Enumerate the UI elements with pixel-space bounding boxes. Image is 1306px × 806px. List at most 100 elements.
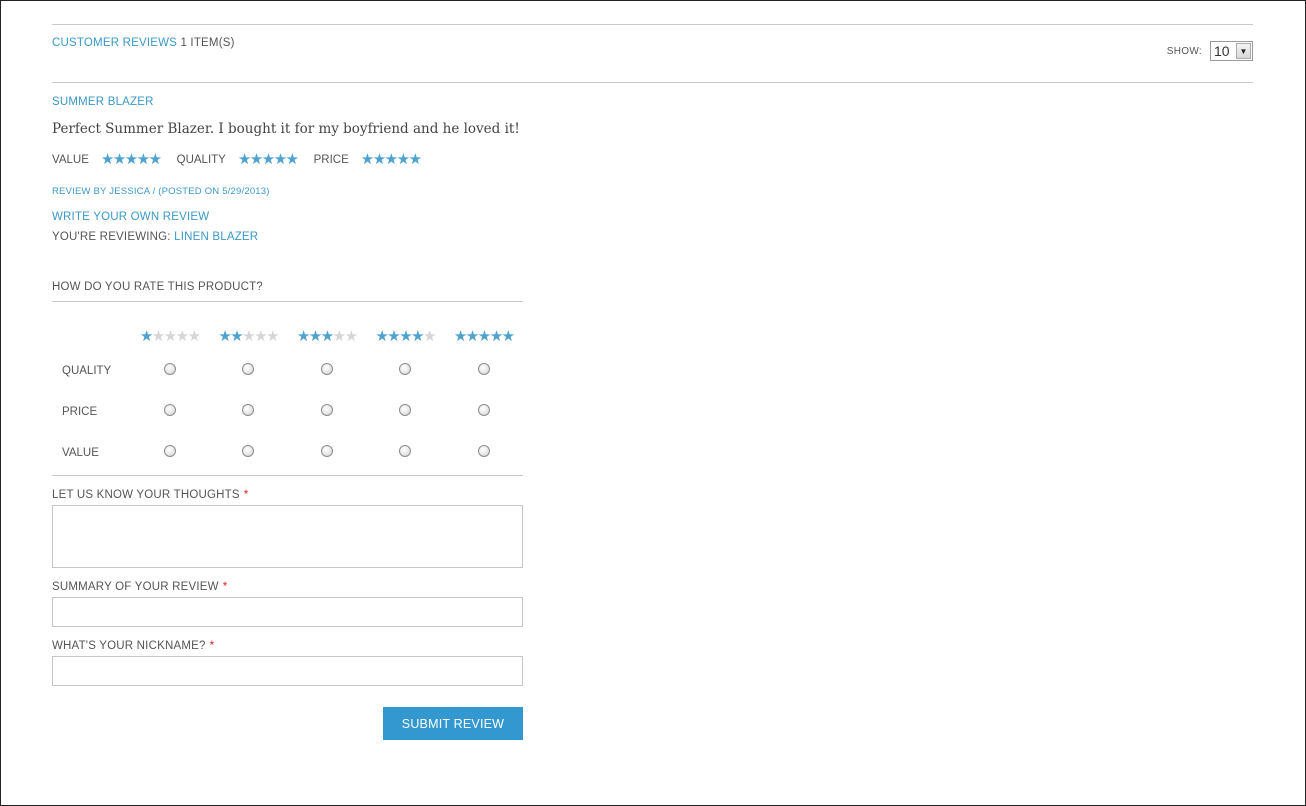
customer-reviews-heading: CUSTOMER REVIEWS xyxy=(52,37,178,49)
star-icon: ★ xyxy=(477,328,491,345)
show-select-value: 10 xyxy=(1214,43,1230,59)
star-icon: ★ xyxy=(266,328,279,345)
rating-cell xyxy=(287,350,366,391)
review-form: HOW DO YOU RATE THIS PRODUCT? ★★★★★ ★★★★★… xyxy=(52,281,523,740)
rating-column-5: ★★★★★ xyxy=(444,324,523,350)
reviewing-prefix: YOU'RE REVIEWING: xyxy=(52,231,171,243)
rating-radio-value-4[interactable] xyxy=(399,444,412,457)
rating-table-body: QUALITY PRICE VALUE xyxy=(52,350,523,473)
star-icon: ★ xyxy=(230,328,243,345)
star-icon: ★ xyxy=(453,328,467,345)
star-icon: ★ xyxy=(151,328,165,345)
rating-label: PRICE xyxy=(313,153,349,166)
rating-header-row: ★★★★★ ★★★★★ ★★★★★ ★★★★★ ★★★★★ xyxy=(52,324,523,350)
star-icon: ★ xyxy=(465,328,479,345)
rating-cell xyxy=(130,432,209,473)
review-body: Perfect Summer Blazer. I bought it for m… xyxy=(52,121,520,137)
rating-radio-value-1[interactable] xyxy=(163,444,176,457)
rating-radio-price-2[interactable] xyxy=(242,403,255,416)
rating-cell xyxy=(366,432,445,473)
star-icon: ★ xyxy=(360,151,374,168)
reviewing-product-link[interactable]: LINEN BLAZER xyxy=(174,231,258,243)
rating-radio-quality-3[interactable] xyxy=(320,362,333,375)
star-icon: ★ xyxy=(218,328,231,345)
required-mark: * xyxy=(243,489,249,501)
star-icon: ★ xyxy=(136,151,150,168)
thoughts-label-text: LET US KNOW YOUR THOUGHTS xyxy=(52,489,240,501)
rating-radio-value-2[interactable] xyxy=(242,444,255,457)
star-icon: ★ xyxy=(163,328,177,345)
rating-radio-price-3[interactable] xyxy=(320,403,333,416)
star-rating: ★★★★★ xyxy=(139,328,201,345)
star-icon: ★ xyxy=(399,328,412,345)
show-label: SHOW: xyxy=(1166,45,1202,57)
star-icon: ★ xyxy=(308,328,322,345)
star-icon: ★ xyxy=(396,151,410,168)
rating-cell xyxy=(444,391,523,432)
rating-cell xyxy=(287,391,366,432)
rating-cell xyxy=(366,350,445,391)
show-select[interactable]: 10 ▼ xyxy=(1210,41,1253,61)
submit-row: SUBMIT REVIEW xyxy=(52,707,523,740)
star-icon: ★ xyxy=(408,151,422,168)
submit-review-button[interactable]: SUBMIT REVIEW xyxy=(383,707,523,740)
rating-cell xyxy=(209,350,288,391)
star-icon: ★ xyxy=(387,328,400,345)
rating-row-quality: QUALITY xyxy=(52,350,523,391)
star-icon: ★ xyxy=(296,328,310,345)
star-icon: ★ xyxy=(375,328,388,345)
rating-header-blank xyxy=(52,324,130,350)
rating-cell xyxy=(444,432,523,473)
summary-label-text: SUMMARY OF YOUR REVIEW xyxy=(52,581,219,593)
reviews-header: CUSTOMER REVIEWS 1 ITEM(S) SHOW: 10 ▼ xyxy=(52,25,1253,82)
nickname-input[interactable] xyxy=(52,656,523,686)
star-rating: ★★★★★ xyxy=(296,328,358,345)
rating-row-label: QUALITY xyxy=(62,364,112,377)
rating-radio-quality-5[interactable] xyxy=(477,362,490,375)
rating-label: QUALITY xyxy=(176,153,226,166)
star-rating: ★★★★★ xyxy=(453,328,515,345)
rating-radio-value-5[interactable] xyxy=(477,444,490,457)
rating-value: VALUE ★★★★★ xyxy=(52,151,162,168)
summary-input[interactable] xyxy=(52,597,523,627)
rating-radio-quality-1[interactable] xyxy=(163,362,176,375)
star-rating: ★★★★★ xyxy=(218,328,279,345)
chevron-down-icon[interactable]: ▼ xyxy=(1236,43,1251,59)
header-divider xyxy=(52,82,1253,83)
required-mark: * xyxy=(222,581,228,593)
reviews-panel: CUSTOMER REVIEWS 1 ITEM(S) SHOW: 10 ▼ SU… xyxy=(52,24,1253,740)
nickname-label-text: WHAT'S YOUR NICKNAME? xyxy=(52,640,206,652)
rating-radio-quality-4[interactable] xyxy=(399,362,412,375)
rating-radio-price-1[interactable] xyxy=(163,403,176,416)
review-byline: REVIEW BY JESSICA / (POSTED ON 5/29/2013… xyxy=(52,186,270,197)
review-ratings: VALUE ★★★★★ QUALITY ★★★★★ PRICE ★★★★★ xyxy=(52,152,1253,167)
rating-radio-price-4[interactable] xyxy=(399,403,412,416)
star-icon: ★ xyxy=(124,151,138,168)
star-rating: ★★★★★ xyxy=(375,328,436,345)
star-icon: ★ xyxy=(175,328,189,345)
rating-divider xyxy=(52,475,523,476)
rating-table: ★★★★★ ★★★★★ ★★★★★ ★★★★★ ★★★★★ QUALITY PRICE VA… xyxy=(52,324,523,473)
thoughts-textarea[interactable] xyxy=(52,505,523,568)
rating-row-price: PRICE xyxy=(52,391,523,432)
rating-cell xyxy=(209,391,288,432)
rating-cell xyxy=(130,350,209,391)
reviews-title: CUSTOMER REVIEWS 1 ITEM(S) xyxy=(52,37,235,49)
rating-radio-price-5[interactable] xyxy=(477,403,490,416)
star-icon: ★ xyxy=(332,328,346,345)
rating-radio-quality-2[interactable] xyxy=(242,362,255,375)
rating-column-1: ★★★★★ xyxy=(130,324,209,350)
rating-row-value: VALUE xyxy=(52,432,523,473)
star-icon: ★ xyxy=(242,328,255,345)
star-icon: ★ xyxy=(139,328,153,345)
star-rating: ★★★★★ xyxy=(360,151,422,168)
write-review-link[interactable]: WRITE YOUR OWN REVIEW xyxy=(52,211,1253,223)
nickname-label: WHAT'S YOUR NICKNAME? * xyxy=(52,640,523,652)
star-icon: ★ xyxy=(187,328,201,345)
rating-radio-value-3[interactable] xyxy=(320,444,333,457)
star-icon: ★ xyxy=(237,151,251,168)
question-divider xyxy=(52,301,523,302)
star-icon: ★ xyxy=(273,151,287,168)
star-icon: ★ xyxy=(411,328,424,345)
summary-label: SUMMARY OF YOUR REVIEW * xyxy=(52,581,523,593)
